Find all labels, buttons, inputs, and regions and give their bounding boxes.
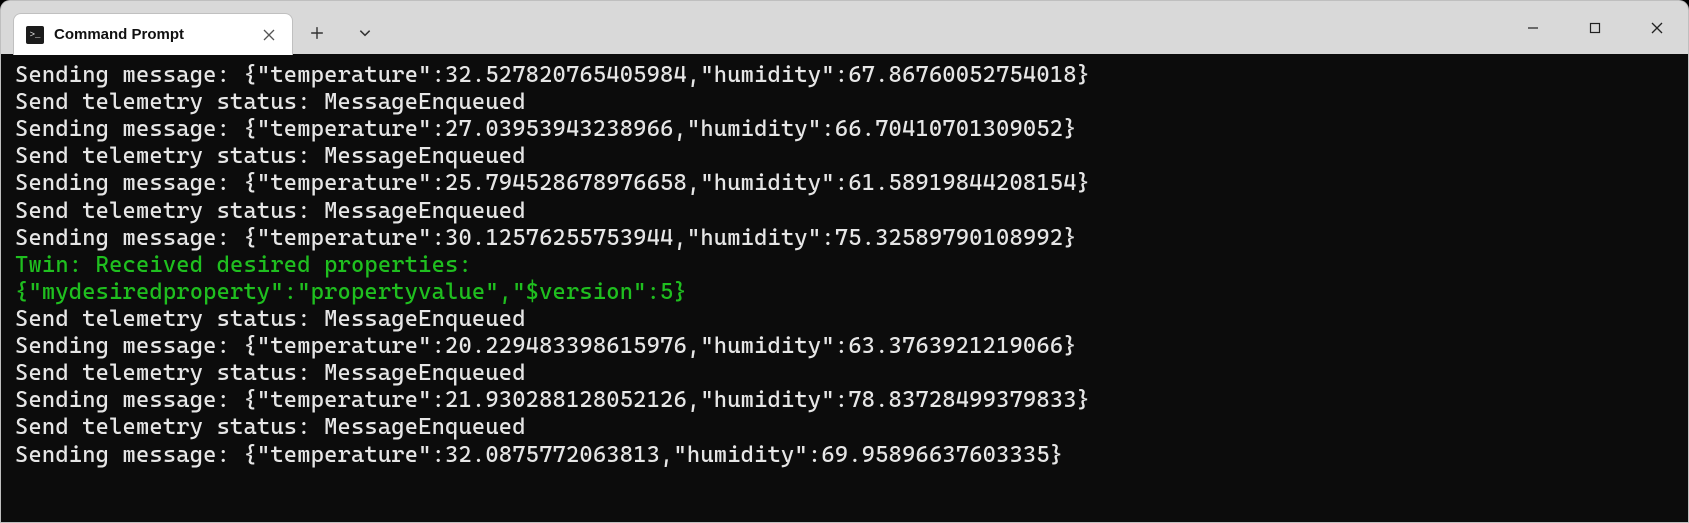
terminal-output[interactable]: Sending message: {"temperature":32.52782… (0, 54, 1689, 523)
tab-dropdown-button[interactable] (341, 12, 389, 54)
terminal-line: Sending message: {"temperature":30.12576… (15, 225, 1676, 252)
terminal-line: Send telemetry status: MessageEnqueued (15, 143, 1676, 170)
tab-strip: >_ Command Prompt (1, 1, 389, 54)
terminal-line: Sending message: {"temperature":20.22948… (15, 333, 1676, 360)
terminal-line: Sending message: {"temperature":27.03953… (15, 116, 1676, 143)
terminal-line: Sending message: {"temperature":32.08757… (15, 442, 1676, 469)
terminal-line: Send telemetry status: MessageEnqueued (15, 360, 1676, 387)
terminal-line: Send telemetry status: MessageEnqueued (15, 89, 1676, 116)
minimize-button[interactable] (1502, 1, 1564, 54)
terminal-line: Sending message: {"temperature":25.79452… (15, 170, 1676, 197)
terminal-line: Send telemetry status: MessageEnqueued (15, 306, 1676, 333)
window-titlebar: >_ Command Prompt (0, 0, 1689, 54)
cmd-icon: >_ (26, 26, 44, 44)
tab-title: Command Prompt (54, 26, 250, 43)
terminal-line: Twin: Received desired properties: (15, 252, 1676, 279)
close-tab-button[interactable] (260, 26, 278, 44)
terminal-line: Send telemetry status: MessageEnqueued (15, 414, 1676, 441)
window-controls (1502, 1, 1688, 54)
maximize-button[interactable] (1564, 1, 1626, 54)
new-tab-button[interactable] (293, 12, 341, 54)
close-window-button[interactable] (1626, 1, 1688, 54)
terminal-line: Sending message: {"temperature":32.52782… (15, 62, 1676, 89)
terminal-line: Send telemetry status: MessageEnqueued (15, 198, 1676, 225)
terminal-line: Sending message: {"temperature":21.93028… (15, 387, 1676, 414)
tab-command-prompt[interactable]: >_ Command Prompt (13, 13, 293, 55)
terminal-line: {"mydesiredproperty":"propertyvalue","$v… (15, 279, 1676, 306)
